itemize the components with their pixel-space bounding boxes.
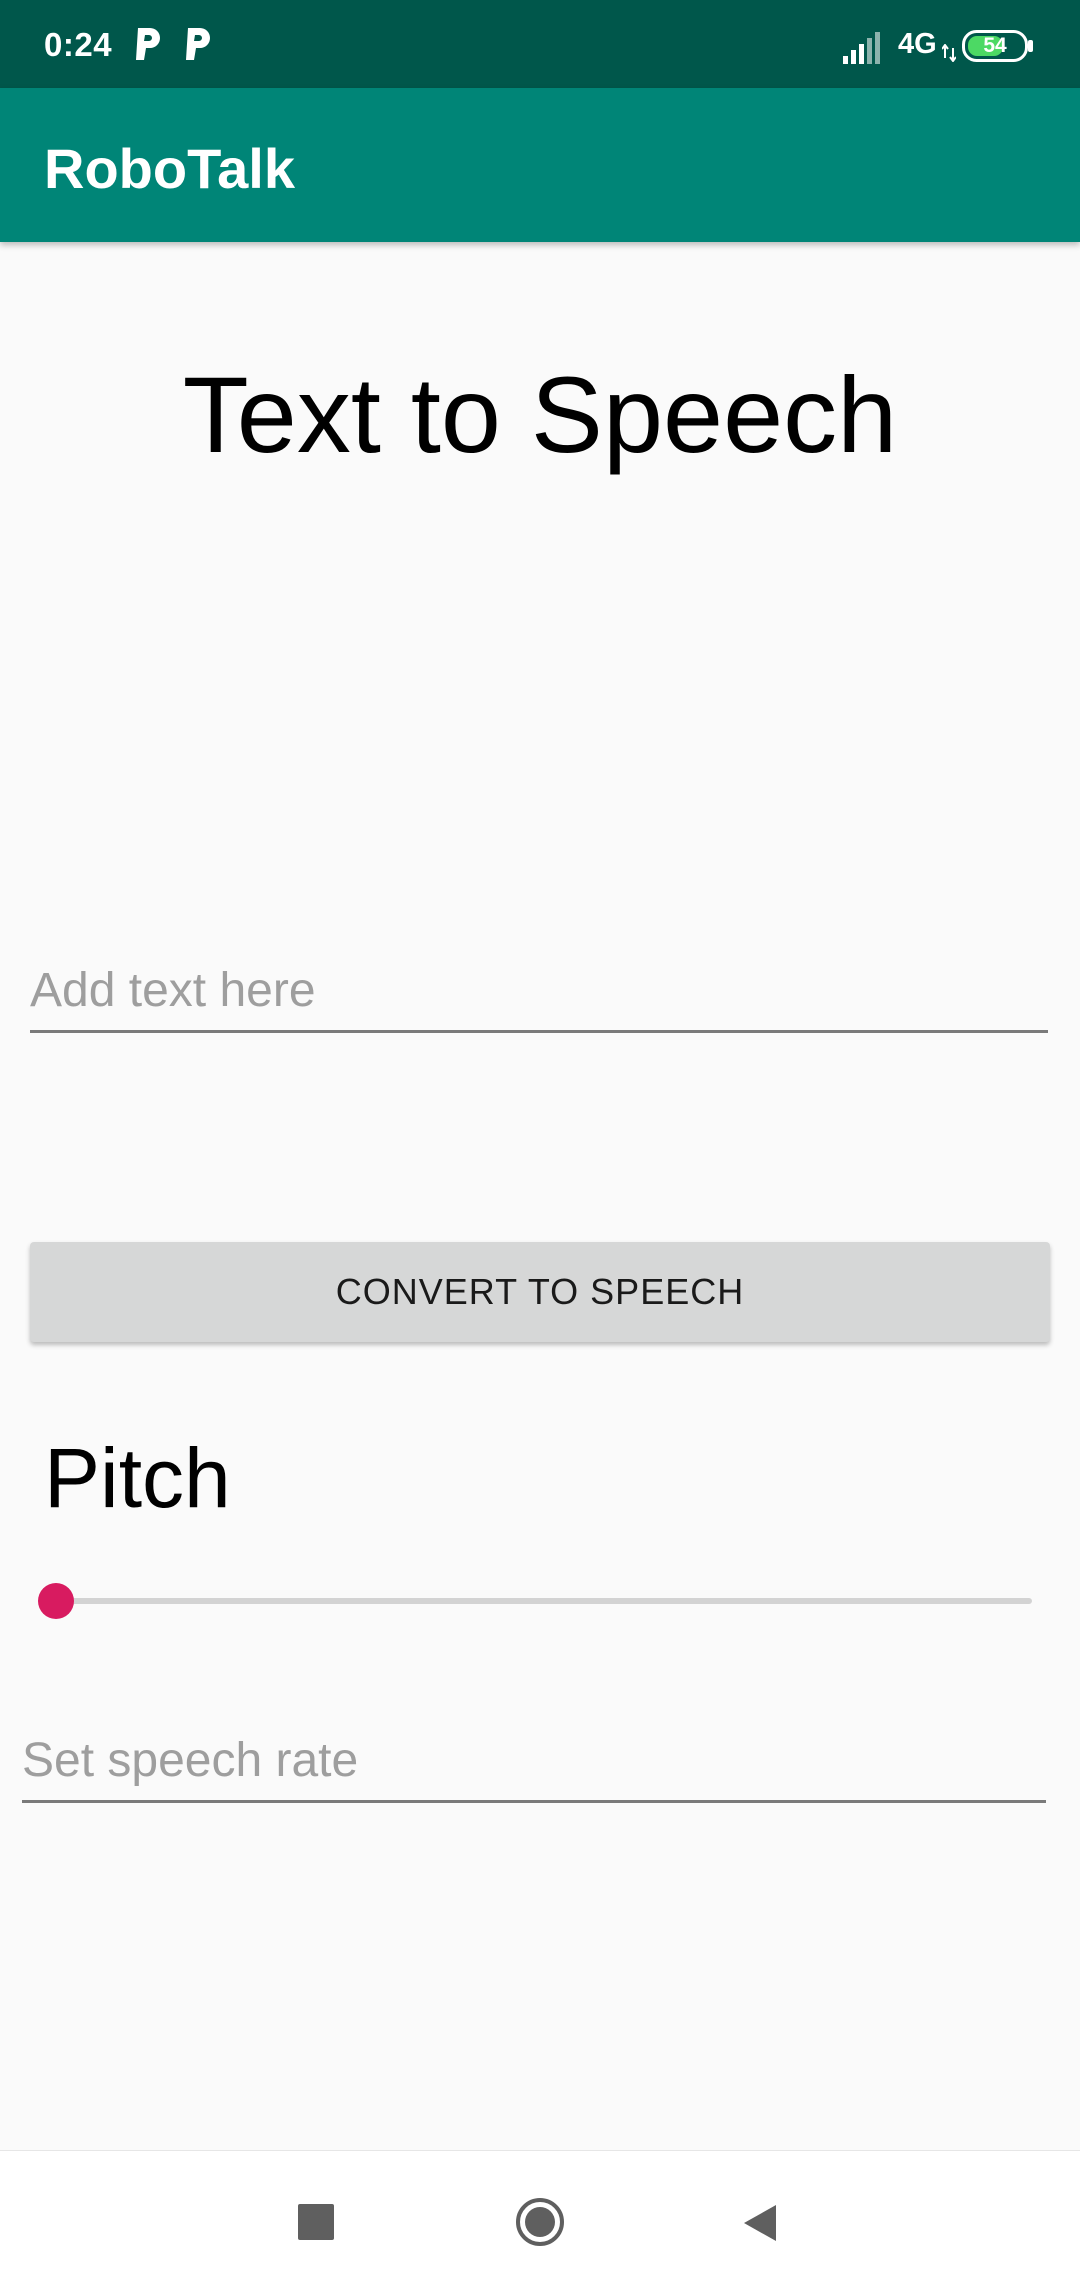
pitch-slider-track[interactable]	[56, 1598, 1032, 1604]
battery-level: 54	[983, 34, 1007, 57]
status-bar: 0:24 4G 54	[0, 0, 1080, 88]
pitch-slider-thumb[interactable]	[38, 1583, 74, 1619]
network-arrows-icon	[942, 44, 956, 62]
recents-icon[interactable]	[298, 2204, 334, 2240]
home-icon[interactable]	[515, 2197, 565, 2247]
navigation-bar	[0, 2150, 1080, 2280]
parking-app-icon	[136, 28, 160, 60]
screen: 0:24 4G 54 RoboTalk Text to Speech Add t…	[0, 0, 1080, 2280]
signal-icon	[843, 32, 880, 64]
app-title: RoboTalk	[44, 137, 295, 200]
text-input[interactable]	[30, 950, 1048, 1033]
network-type: 4G	[898, 28, 937, 60]
status-time: 0:24	[44, 26, 113, 63]
parking-app-icon	[186, 28, 210, 60]
speech-rate-input[interactable]	[22, 1720, 1046, 1803]
back-icon[interactable]	[742, 2203, 778, 2243]
app-bar: RoboTalk	[0, 88, 1080, 242]
pitch-label: Pitch	[44, 1431, 231, 1525]
convert-to-speech-button[interactable]: CONVERT TO SPEECH	[30, 1242, 1050, 1342]
page-heading: Text to Speech	[182, 354, 898, 475]
